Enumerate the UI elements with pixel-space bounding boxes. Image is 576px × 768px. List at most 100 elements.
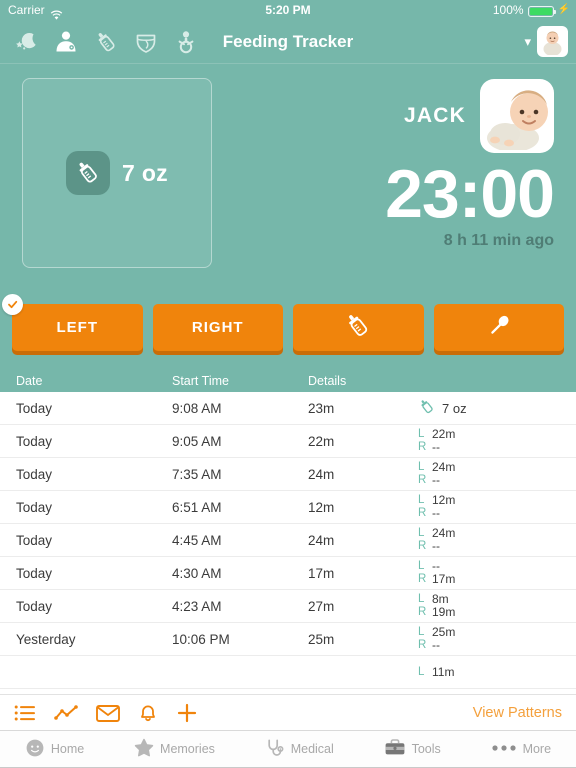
right-label: R: [418, 606, 427, 618]
left-label: L: [418, 665, 425, 678]
cell-date: Today: [16, 499, 53, 515]
cell-duration: 17m: [308, 565, 335, 581]
baby-growth-icon[interactable]: [168, 24, 204, 60]
right-value: --: [432, 539, 440, 553]
battery-percent-label: 100%: [492, 3, 524, 17]
table-row[interactable]: Today 4:45 AM 24m L 24m R --: [0, 524, 576, 557]
table-row[interactable]: Today 6:51 AM 12m L 12m R --: [0, 491, 576, 524]
chevron-down-icon[interactable]: ▾: [524, 34, 531, 50]
cell-detail: L 22m R --: [418, 428, 576, 454]
tab-memories[interactable]: Memories: [134, 738, 215, 761]
right-detail: R --: [418, 639, 576, 652]
avatar[interactable]: [537, 26, 568, 57]
left-label: L: [418, 494, 425, 506]
stethoscope-icon: [265, 738, 285, 761]
right-detail: R --: [418, 441, 576, 454]
nursing-icon[interactable]: [48, 24, 84, 60]
bottle-icon[interactable]: [88, 24, 124, 60]
column-header-start-time: Start Time: [172, 374, 229, 388]
table-row[interactable]: Today 4:23 AM 27m L 8m R 19m: [0, 590, 576, 623]
left-detail: L 12m: [418, 494, 576, 507]
cell-date: Today: [16, 532, 53, 548]
home-face-icon: [25, 738, 45, 761]
elapsed-timer: 23:00: [385, 156, 555, 232]
column-header-date: Date: [16, 374, 43, 388]
hero-section: 7 oz JACK 23:00 8 h 11 min ago: [0, 64, 576, 304]
left-label: L: [418, 428, 425, 440]
baby-header: JACK: [254, 78, 554, 154]
cell-duration: 24m: [308, 532, 335, 548]
cell-date: Today: [16, 433, 53, 449]
cell-detail: L 8m R 19m: [418, 593, 576, 619]
tab-home-label: Home: [50, 742, 85, 756]
right-breast-label: RIGHT: [191, 319, 244, 336]
tab-medical[interactable]: Medical: [265, 738, 334, 761]
nav-bar-right: ▾: [524, 26, 576, 57]
table-row[interactable]: Today 7:35 AM 24m L 24m R --: [0, 458, 576, 491]
table-row[interactable]: Today 4:30 AM 17m L -- R 17m: [0, 557, 576, 590]
tab-tools[interactable]: Tools: [384, 738, 441, 761]
tab-memories-label: Memories: [160, 742, 215, 756]
hero-right: JACK 23:00 8 h 11 min ago: [254, 78, 555, 250]
table-row[interactable]: Today 9:05 AM 22m L 22m R --: [0, 425, 576, 458]
tab-home[interactable]: Home: [25, 738, 84, 761]
feeding-log-table[interactable]: Date Start Time Details Today 9:08 AM 23m 7…: [0, 370, 576, 694]
lightning-bolt-icon: ⚡: [557, 4, 570, 15]
cell-date: Today: [16, 400, 53, 416]
left-value: 11m: [432, 664, 455, 679]
amount-card[interactable]: 7 oz: [22, 78, 212, 268]
diaper-icon[interactable]: [128, 24, 164, 60]
solids-feed-button[interactable]: [433, 304, 564, 351]
right-detail: R --: [418, 474, 576, 487]
app-root: Carrier 5:20 PM 100% ⚡ Feeding Tracker ▾…: [0, 0, 576, 768]
envelope-icon[interactable]: [96, 704, 120, 722]
column-header-details: Details: [308, 374, 347, 388]
left-breast-button[interactable]: LEFT: [2, 294, 143, 351]
action-button-row: LEFT RIGHT: [0, 294, 576, 370]
table-header: Date Start Time Details: [0, 370, 576, 392]
action-toolbar: View Patterns: [0, 694, 576, 730]
sleep-moon-stars-icon[interactable]: [8, 24, 44, 60]
bottle-amount: 7 oz: [442, 400, 467, 416]
bottle-feed-button[interactable]: [293, 304, 424, 351]
cell-start-time: 9:05 AM: [172, 433, 222, 449]
view-patterns-link[interactable]: View Patterns: [473, 705, 562, 721]
tab-medical-label: Medical: [290, 742, 334, 756]
cell-start-time: 6:51 AM: [172, 499, 222, 515]
list-icon[interactable]: [14, 704, 36, 722]
table-row[interactable]: Yesterday 10:06 PM 25m L 25m R --: [0, 623, 576, 656]
amount-value: 7 oz: [122, 159, 168, 186]
table-row[interactable]: L 11m: [0, 656, 576, 689]
bell-icon[interactable]: [138, 703, 158, 723]
left-detail: L 11m: [418, 664, 576, 679]
left-detail: L 24m: [418, 527, 576, 540]
cell-date: Yesterday: [16, 631, 76, 647]
bottle-icon: [418, 398, 436, 419]
table-row[interactable]: Today 9:08 AM 23m 7 oz: [0, 392, 576, 425]
cell-date: Today: [16, 598, 53, 614]
cell-duration: 12m: [308, 499, 335, 515]
bottle-icon: [343, 311, 373, 345]
tab-tools-label: Tools: [411, 742, 441, 756]
cell-start-time: 9:08 AM: [172, 400, 222, 416]
chart-line-icon[interactable]: [54, 704, 78, 722]
table-body: Today 9:08 AM 23m 7 oz Today 9:05 AM 22m L 22m R -…: [0, 392, 576, 689]
left-detail: L 22m: [418, 428, 576, 441]
cell-duration: 23m: [308, 400, 335, 416]
plus-icon[interactable]: [176, 702, 198, 724]
cell-detail: L 24m R --: [418, 461, 576, 487]
cell-detail: L -- R 17m: [418, 560, 576, 586]
baby-photo[interactable]: [480, 79, 554, 153]
left-label: L: [418, 560, 425, 572]
status-bar: Carrier 5:20 PM 100% ⚡: [0, 0, 576, 20]
left-breast-label: LEFT: [56, 319, 98, 336]
check-icon: [2, 294, 23, 315]
status-bar-time: 5:20 PM: [265, 3, 311, 17]
right-value: --: [432, 506, 440, 520]
cell-detail: L 25m R --: [418, 626, 576, 652]
cell-detail: L 11m: [418, 664, 576, 679]
tab-more[interactable]: More: [491, 742, 551, 757]
cell-detail: 7 oz: [418, 398, 576, 419]
right-value: 19m: [432, 605, 456, 619]
right-breast-button[interactable]: RIGHT: [152, 304, 283, 351]
